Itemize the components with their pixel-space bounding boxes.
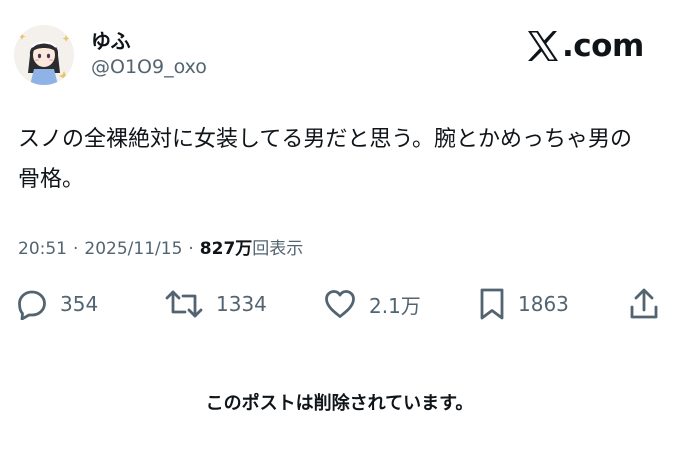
share-icon — [630, 288, 658, 319]
x-brand-logo: .com — [526, 26, 644, 66]
brand-text: .com — [562, 28, 644, 64]
meta-separator: · — [188, 239, 194, 259]
reply-button[interactable]: 354 — [16, 284, 98, 324]
share-button[interactable] — [628, 284, 660, 324]
bookmark-icon — [480, 288, 504, 320]
tweet-meta: 20:51 · 2025/11/15 · 827万 回表示 — [18, 234, 304, 259]
like-count: 2.1万 — [369, 293, 421, 318]
meta-separator: · — [73, 239, 79, 259]
bookmark-count: 1863 — [518, 292, 569, 316]
tweet-text: スノの全裸絶対に女装してる男だと思う。腕とかめっちゃ男の 骨格。 — [18, 127, 633, 192]
retweet-count: 1334 — [216, 292, 267, 316]
action-bar: 354 1334 2.1万 1863 — [0, 284, 679, 324]
display-name[interactable]: ゆふ — [91, 30, 131, 52]
tweet-time[interactable]: 20:51 — [18, 239, 67, 259]
reply-icon — [18, 290, 46, 320]
views-label: 回表示 — [252, 239, 304, 259]
tweet-date[interactable]: 2025/11/15 — [84, 239, 182, 259]
user-handle[interactable]: @O1O9_oxo — [91, 56, 207, 78]
avatar[interactable] — [14, 25, 74, 85]
reply-count: 354 — [60, 292, 99, 316]
avatar-illustration — [14, 25, 74, 85]
like-button[interactable]: 2.1万 — [323, 284, 421, 324]
views-count[interactable]: 827万 — [200, 234, 253, 259]
heart-icon — [325, 290, 355, 318]
bookmark-button[interactable]: 1863 — [478, 284, 569, 324]
x-logo-icon — [528, 31, 558, 61]
retweet-icon — [165, 290, 203, 318]
retweet-button[interactable]: 1334 — [164, 284, 267, 324]
deleted-notice: このポストは削除されています。 — [205, 393, 474, 414]
